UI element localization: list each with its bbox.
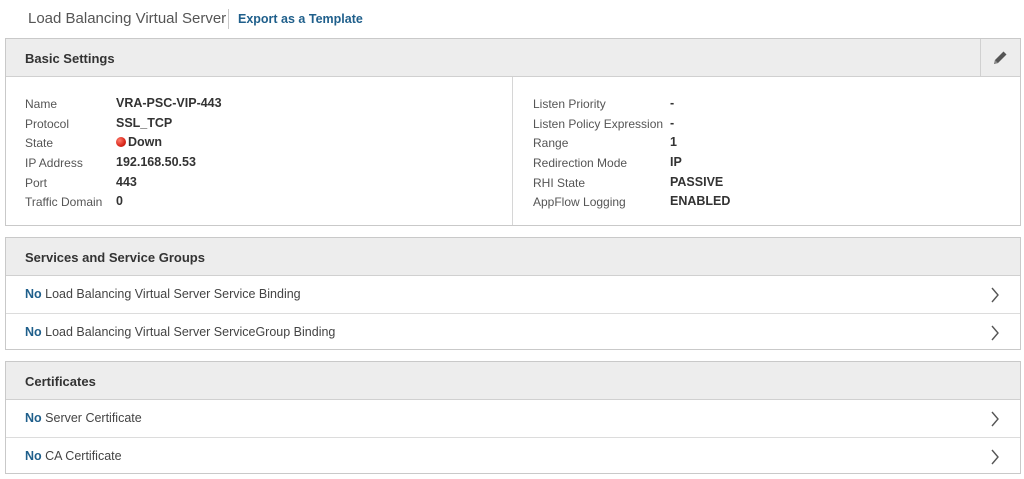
field-label: Name <box>25 97 58 111</box>
field-label: RHI State <box>533 176 586 190</box>
services-panel: Services and Service Groups No Load Bala… <box>5 237 1021 350</box>
field-value: 192.168.50.53 <box>116 155 196 169</box>
row-text: CA Certificate <box>45 449 122 463</box>
field-label: Range <box>533 136 569 150</box>
row-text: Server Certificate <box>45 411 142 425</box>
basic-settings-body: Name VRA-PSC-VIP-443 Protocol SSL_TCP St… <box>6 77 1020 225</box>
pencil-icon <box>994 51 1007 64</box>
certificates-header: Certificates <box>6 362 1020 400</box>
field-value: 0 <box>116 194 123 208</box>
field-value: SSL_TCP <box>116 116 173 130</box>
field-label: Listen Policy Expression <box>533 117 664 131</box>
status-down-icon <box>116 137 126 147</box>
row-text: Load Balancing Virtual Server Service Bi… <box>45 287 301 301</box>
field-label: IP Address <box>25 156 83 170</box>
export-template-link[interactable]: Export as a Template <box>238 12 363 26</box>
row-count: No <box>25 411 42 425</box>
row-label: No Load Balancing Virtual Server Service… <box>25 325 335 339</box>
field-value: 443 <box>116 175 137 189</box>
field-label: State <box>25 136 54 150</box>
field-label: Listen Priority <box>533 97 606 111</box>
services-header: Services and Service Groups <box>6 238 1020 276</box>
field-value: PASSIVE <box>670 175 724 189</box>
certificates-title: Certificates <box>25 374 96 389</box>
basic-settings-header: Basic Settings <box>6 39 1020 77</box>
field-value: - <box>670 96 675 110</box>
field-label: Port <box>25 176 48 190</box>
field-value: 1 <box>670 135 677 149</box>
field-label: AppFlow Logging <box>533 195 626 209</box>
field-label: Protocol <box>25 117 70 131</box>
services-title: Services and Service Groups <box>25 250 205 265</box>
state-value: Down <box>116 135 162 149</box>
row-label: No Server Certificate <box>25 411 142 425</box>
field-label: Traffic Domain <box>25 195 103 209</box>
field-value: IP <box>670 155 682 169</box>
page-header: Load Balancing Virtual Server Export as … <box>0 0 1024 38</box>
field-value: VRA-PSC-VIP-443 <box>116 96 222 110</box>
title-divider <box>228 9 229 29</box>
page-title: Load Balancing Virtual Server <box>28 10 227 27</box>
row-label: No Load Balancing Virtual Server Service… <box>25 287 301 301</box>
servicegroup-binding-row[interactable]: No Load Balancing Virtual Server Service… <box>6 313 1020 350</box>
row-count: No <box>25 325 42 339</box>
certificates-panel: Certificates No Server Certificate No CA… <box>5 361 1021 474</box>
chevron-right-icon <box>991 287 999 303</box>
row-count: No <box>25 287 42 301</box>
server-certificate-row[interactable]: No Server Certificate <box>6 400 1020 437</box>
row-label: No CA Certificate <box>25 449 122 463</box>
field-label: Redirection Mode <box>533 156 628 170</box>
service-binding-row[interactable]: No Load Balancing Virtual Server Service… <box>6 276 1020 313</box>
basic-settings-title: Basic Settings <box>25 51 115 66</box>
edit-button[interactable] <box>980 39 1020 77</box>
chevron-right-icon <box>991 449 999 465</box>
row-count: No <box>25 449 42 463</box>
row-text: Load Balancing Virtual Server ServiceGro… <box>45 325 336 339</box>
chevron-right-icon <box>991 411 999 427</box>
state-text: Down <box>128 135 163 149</box>
column-divider <box>512 77 513 225</box>
basic-settings-panel: Basic Settings Name VRA-PSC-VIP-443 Prot… <box>5 38 1021 226</box>
field-value: ENABLED <box>670 194 731 208</box>
field-value: - <box>670 116 675 130</box>
ca-certificate-row[interactable]: No CA Certificate <box>6 437 1020 474</box>
chevron-right-icon <box>991 325 999 341</box>
